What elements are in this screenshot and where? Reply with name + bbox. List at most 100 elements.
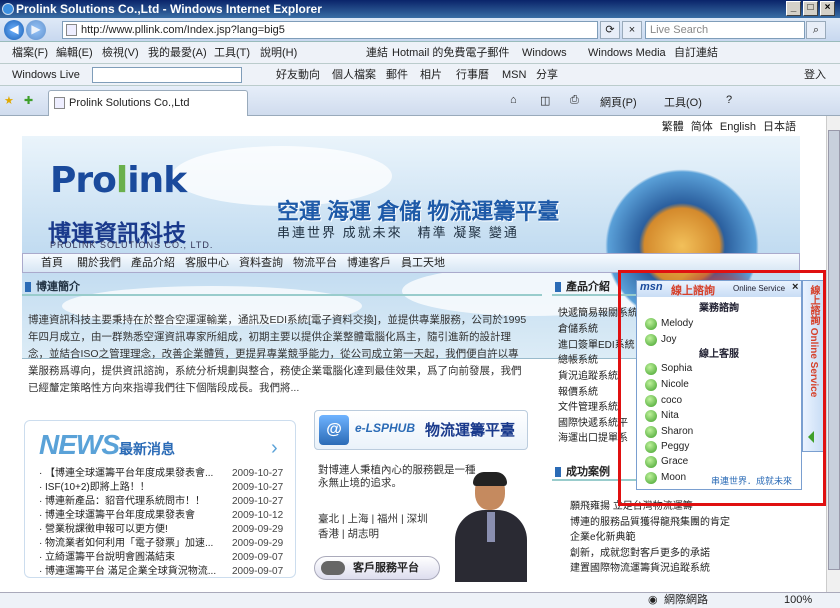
maximize-button[interactable]: □ bbox=[803, 1, 818, 16]
case-item[interactable]: 創新，成就您對客戶更多的承諾 bbox=[570, 547, 710, 561]
zoom-level[interactable]: 100% bbox=[784, 593, 812, 608]
news-title-text[interactable]: 【博連全球運籌平台年度成果發表會... bbox=[45, 467, 230, 481]
product-item[interactable]: 貨況追蹤系統 bbox=[558, 370, 618, 384]
prolink-logo[interactable]: Prolink bbox=[50, 160, 187, 201]
collapse-arrow-icon[interactable] bbox=[808, 431, 814, 443]
msn-buddy[interactable]: Moon bbox=[645, 471, 686, 485]
refresh-button[interactable]: ⟳ bbox=[600, 21, 620, 39]
msn-buddy[interactable]: Sophia bbox=[645, 362, 692, 376]
search-input[interactable]: Live Search bbox=[645, 21, 805, 39]
product-item[interactable]: 快遞簡易報關系統 bbox=[558, 307, 638, 321]
product-item[interactable]: 文件管理系統 bbox=[558, 401, 618, 415]
wl-calendar[interactable]: 行事曆 bbox=[456, 64, 489, 86]
wl-msn[interactable]: MSN bbox=[502, 64, 526, 86]
nav-data[interactable]: 資料查詢 bbox=[239, 254, 283, 272]
news-title-text[interactable]: 博連全球運籌平台年度成果發表會 bbox=[45, 509, 230, 523]
msn-side-tab[interactable]: 線上諮詢 Online Service bbox=[802, 280, 824, 452]
news-title-text[interactable]: 博連運籌平台 滿足企業全球貨況物流... bbox=[45, 565, 230, 579]
minimize-button[interactable]: _ bbox=[786, 1, 801, 16]
home-icon[interactable]: ⌂ bbox=[510, 94, 517, 106]
news-row[interactable]: · 博連新產品：貂音代理系統問市！！ 2009-10-27 bbox=[39, 495, 307, 509]
news-row[interactable]: · 物流業者如何利用「電子發票」加速... 2009-09-29 bbox=[39, 537, 307, 551]
msn-buddy[interactable]: Grace bbox=[645, 455, 688, 469]
msn-buddy[interactable]: Peggy bbox=[645, 440, 689, 454]
stop-button[interactable]: × bbox=[622, 21, 642, 39]
news-row[interactable]: · ISF(10+2)即將上路！！ 2009-10-27 bbox=[39, 481, 307, 495]
fav-windows-media[interactable]: Windows Media bbox=[588, 42, 666, 64]
favorites-star-icon[interactable]: ★ bbox=[4, 94, 14, 107]
lang-english[interactable]: English bbox=[720, 121, 756, 133]
news-row[interactable]: · 博連全球運籌平台年度成果發表會 2009-10-12 bbox=[39, 509, 307, 523]
product-item[interactable]: 總帳系統 bbox=[558, 354, 598, 368]
search-icon[interactable]: ⌕ bbox=[806, 21, 826, 39]
nav-home[interactable]: 首頁 bbox=[41, 254, 63, 272]
address-field[interactable]: http://www.pllink.com/Index.jsp?lang=big… bbox=[62, 21, 598, 39]
nav-about[interactable]: 關於我們 bbox=[77, 254, 121, 272]
news-row[interactable]: · 營業稅課徵申報可以更方便! 2009-09-29 bbox=[39, 523, 307, 537]
nav-products[interactable]: 產品介紹 bbox=[131, 254, 175, 272]
wl-friends[interactable]: 好友動向 bbox=[276, 64, 320, 86]
msn-buddy[interactable]: coco bbox=[645, 394, 682, 408]
wl-photos[interactable]: 相片 bbox=[420, 64, 442, 86]
back-button[interactable]: ◀ bbox=[4, 20, 24, 40]
msn-buddy[interactable]: Melody bbox=[645, 317, 693, 331]
news-row[interactable]: · 【博連全球運籌平台年度成果發表會... 2009-10-27 bbox=[39, 467, 307, 481]
feeds-icon[interactable]: ◫ bbox=[540, 94, 550, 107]
close-button[interactable]: × bbox=[820, 1, 835, 16]
product-item[interactable]: 進口簽單EDI系統 bbox=[558, 339, 635, 353]
lang-traditional[interactable]: 繁體 bbox=[662, 121, 684, 133]
nav-platform[interactable]: 物流平台 bbox=[293, 254, 337, 272]
tab-prolink[interactable]: Prolink Solutions Co.,Ltd bbox=[48, 90, 248, 116]
case-item[interactable]: 企業e化新典範 bbox=[570, 531, 636, 545]
scrollbar-thumb[interactable] bbox=[828, 130, 840, 570]
case-item[interactable]: 建置國際物流運籌貨況追蹤系統 bbox=[570, 562, 710, 576]
nav-staff[interactable]: 員工天地 bbox=[401, 254, 445, 272]
product-item[interactable]: 報價系統 bbox=[558, 386, 598, 400]
menu-edit[interactable]: 編輯(E) bbox=[56, 42, 93, 64]
fav-windows[interactable]: Windows bbox=[522, 42, 567, 64]
nav-support[interactable]: 客服中心 bbox=[185, 254, 229, 272]
lang-japanese[interactable]: 日本語 bbox=[763, 121, 796, 133]
vertical-scrollbar[interactable] bbox=[826, 116, 840, 592]
help-icon[interactable]: ? bbox=[726, 94, 732, 106]
tools-menu[interactable]: 工具(O) bbox=[664, 94, 702, 110]
customer-service-button[interactable]: 客戶服務平台 bbox=[314, 556, 440, 580]
print-icon[interactable]: ⎙ bbox=[570, 94, 579, 107]
page-menu[interactable]: 網頁(P) bbox=[600, 94, 637, 110]
product-item[interactable]: 倉儲系統 bbox=[558, 323, 598, 337]
menu-help[interactable]: 說明(H) bbox=[260, 42, 297, 64]
msn-buddy[interactable]: Sharon bbox=[645, 425, 693, 439]
menu-tools[interactable]: 工具(T) bbox=[214, 42, 250, 64]
lsphub-banner[interactable]: @ e-LSPHUB 物流運籌平臺 bbox=[314, 410, 528, 450]
news-title-text[interactable]: ISF(10+2)即將上路！！ bbox=[45, 481, 230, 495]
wl-profile[interactable]: 個人檔案 bbox=[332, 64, 376, 86]
msn-buddy[interactable]: Nita bbox=[645, 409, 679, 423]
news-title-text[interactable]: 物流業者如何利用「電子發票」加速... bbox=[45, 537, 230, 551]
news-row[interactable]: · 立綺運籌平台說明會圓滿結束 2009-09-07 bbox=[39, 551, 307, 565]
msn-buddy[interactable]: Joy bbox=[645, 333, 677, 347]
menu-file[interactable]: 檔案(F) bbox=[12, 42, 48, 64]
news-more-arrow-icon[interactable]: › bbox=[271, 437, 278, 460]
menu-view[interactable]: 檢視(V) bbox=[102, 42, 139, 64]
news-title-text[interactable]: 博連新產品：貂音代理系統問市！！ bbox=[45, 495, 230, 509]
news-row[interactable]: · 博連運籌平台 滿足企業全球貨況物流... 2009-09-07 bbox=[39, 565, 307, 579]
forward-button[interactable]: ▶ bbox=[26, 20, 46, 40]
case-item[interactable]: 博連的服務品質獲得龍飛集團的肯定 bbox=[570, 516, 730, 530]
product-item[interactable]: 國際快遞系統平 bbox=[558, 417, 628, 431]
menu-favorites[interactable]: 我的最愛(A) bbox=[148, 42, 207, 64]
fav-hotmail[interactable]: Hotmail 的免費電子郵件 bbox=[392, 42, 509, 64]
lang-simplified[interactable]: 简体 bbox=[691, 121, 713, 133]
msn-buddy[interactable]: Nicole bbox=[645, 378, 689, 392]
product-item[interactable]: 海運出口提單系 bbox=[558, 432, 628, 446]
windows-live-search-input[interactable] bbox=[92, 67, 242, 83]
nav-clients[interactable]: 博連客戶 bbox=[347, 254, 391, 272]
news-title-text[interactable]: 營業稅課徵申報可以更方便! bbox=[45, 523, 230, 537]
wl-signin[interactable]: 登入 bbox=[804, 64, 826, 86]
msn-close-icon[interactable]: × bbox=[792, 281, 798, 293]
case-item[interactable]: 願飛雍揚 立足台灣物流運籌 bbox=[570, 500, 693, 514]
add-favorites-icon[interactable]: ✚ bbox=[24, 94, 33, 107]
news-title-text[interactable]: 立綺運籌平台說明會圓滿結束 bbox=[45, 551, 230, 565]
wl-share[interactable]: 分享 bbox=[536, 64, 558, 86]
fav-custom-links[interactable]: 自訂連結 bbox=[674, 42, 718, 64]
wl-mail[interactable]: 郵件 bbox=[386, 64, 408, 86]
